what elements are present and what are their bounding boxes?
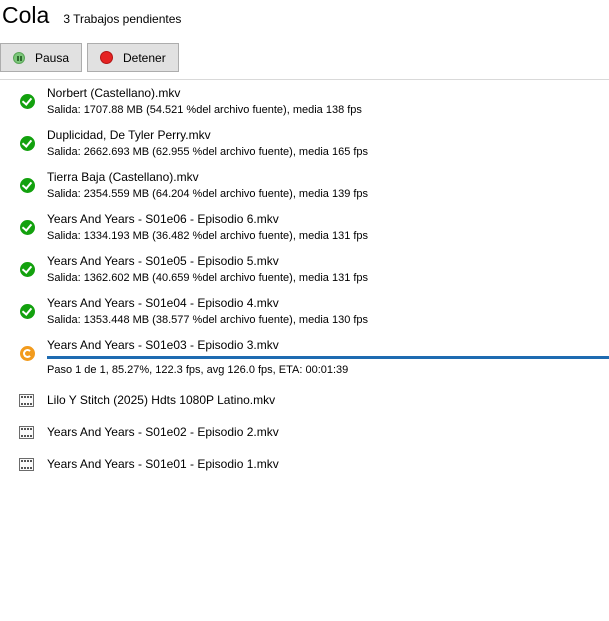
film-icon [19, 426, 34, 439]
item-detail: Salida: 2662.693 MB (62.955 %del archivo… [47, 146, 369, 158]
stop-button[interactable]: Detener [87, 43, 179, 72]
item-name: Tierra Baja (Castellano).mkv [47, 170, 199, 184]
check-icon [20, 178, 35, 193]
pending-count: 3 Trabajos pendientes [63, 12, 182, 26]
film-icon [19, 394, 34, 407]
progress-bar [47, 356, 609, 359]
pause-label: Pausa [35, 50, 70, 65]
item-name: Lilo Y Stitch (2025) Hdts 1080P Latino.m… [47, 393, 276, 407]
check-icon [20, 136, 35, 151]
divider [0, 79, 609, 80]
item-name: Years And Years - S01e05 - Episodio 5.mk… [47, 254, 279, 268]
item-name: Duplicidad, De Tyler Perry.mkv [47, 128, 211, 142]
item-name: Years And Years - S01e03 - Episodio 3.mk… [47, 338, 279, 352]
page-title: Cola [2, 2, 50, 28]
check-icon [20, 262, 35, 277]
item-detail: Salida: 1353.448 MB (38.577 %del archivo… [47, 314, 369, 326]
stop-icon [100, 51, 113, 64]
pause-icon [13, 51, 25, 64]
item-detail: Salida: 1334.193 MB (36.482 %del archivo… [47, 230, 369, 242]
item-name: Years And Years - S01e01 - Episodio 1.mk… [47, 457, 279, 471]
check-icon [20, 304, 35, 319]
item-detail: Salida: 2354.559 MB (64.204 %del archivo… [47, 188, 369, 200]
item-progress-detail: Paso 1 de 1, 85.27%, 122.3 fps, avg 126.… [47, 364, 349, 376]
stop-label: Detener [123, 50, 166, 65]
toolbar: Pausa Detener [0, 43, 179, 72]
header: Cola 3 Trabajos pendientes [0, 0, 181, 32]
item-detail: Salida: 1707.88 MB (54.521 %del archivo … [47, 104, 362, 116]
pause-button[interactable]: Pausa [0, 43, 82, 72]
item-name: Norbert (Castellano).mkv [47, 86, 181, 100]
item-name: Years And Years - S01e02 - Episodio 2.mk… [47, 425, 279, 439]
check-icon [20, 94, 35, 109]
item-name: Years And Years - S01e06 - Episodio 6.mk… [47, 212, 279, 226]
item-name: Years And Years - S01e04 - Episodio 4.mk… [47, 296, 279, 310]
film-icon [19, 458, 34, 471]
encoding-icon [20, 346, 35, 361]
item-detail: Salida: 1362.602 MB (40.659 %del archivo… [47, 272, 369, 284]
check-icon [20, 220, 35, 235]
